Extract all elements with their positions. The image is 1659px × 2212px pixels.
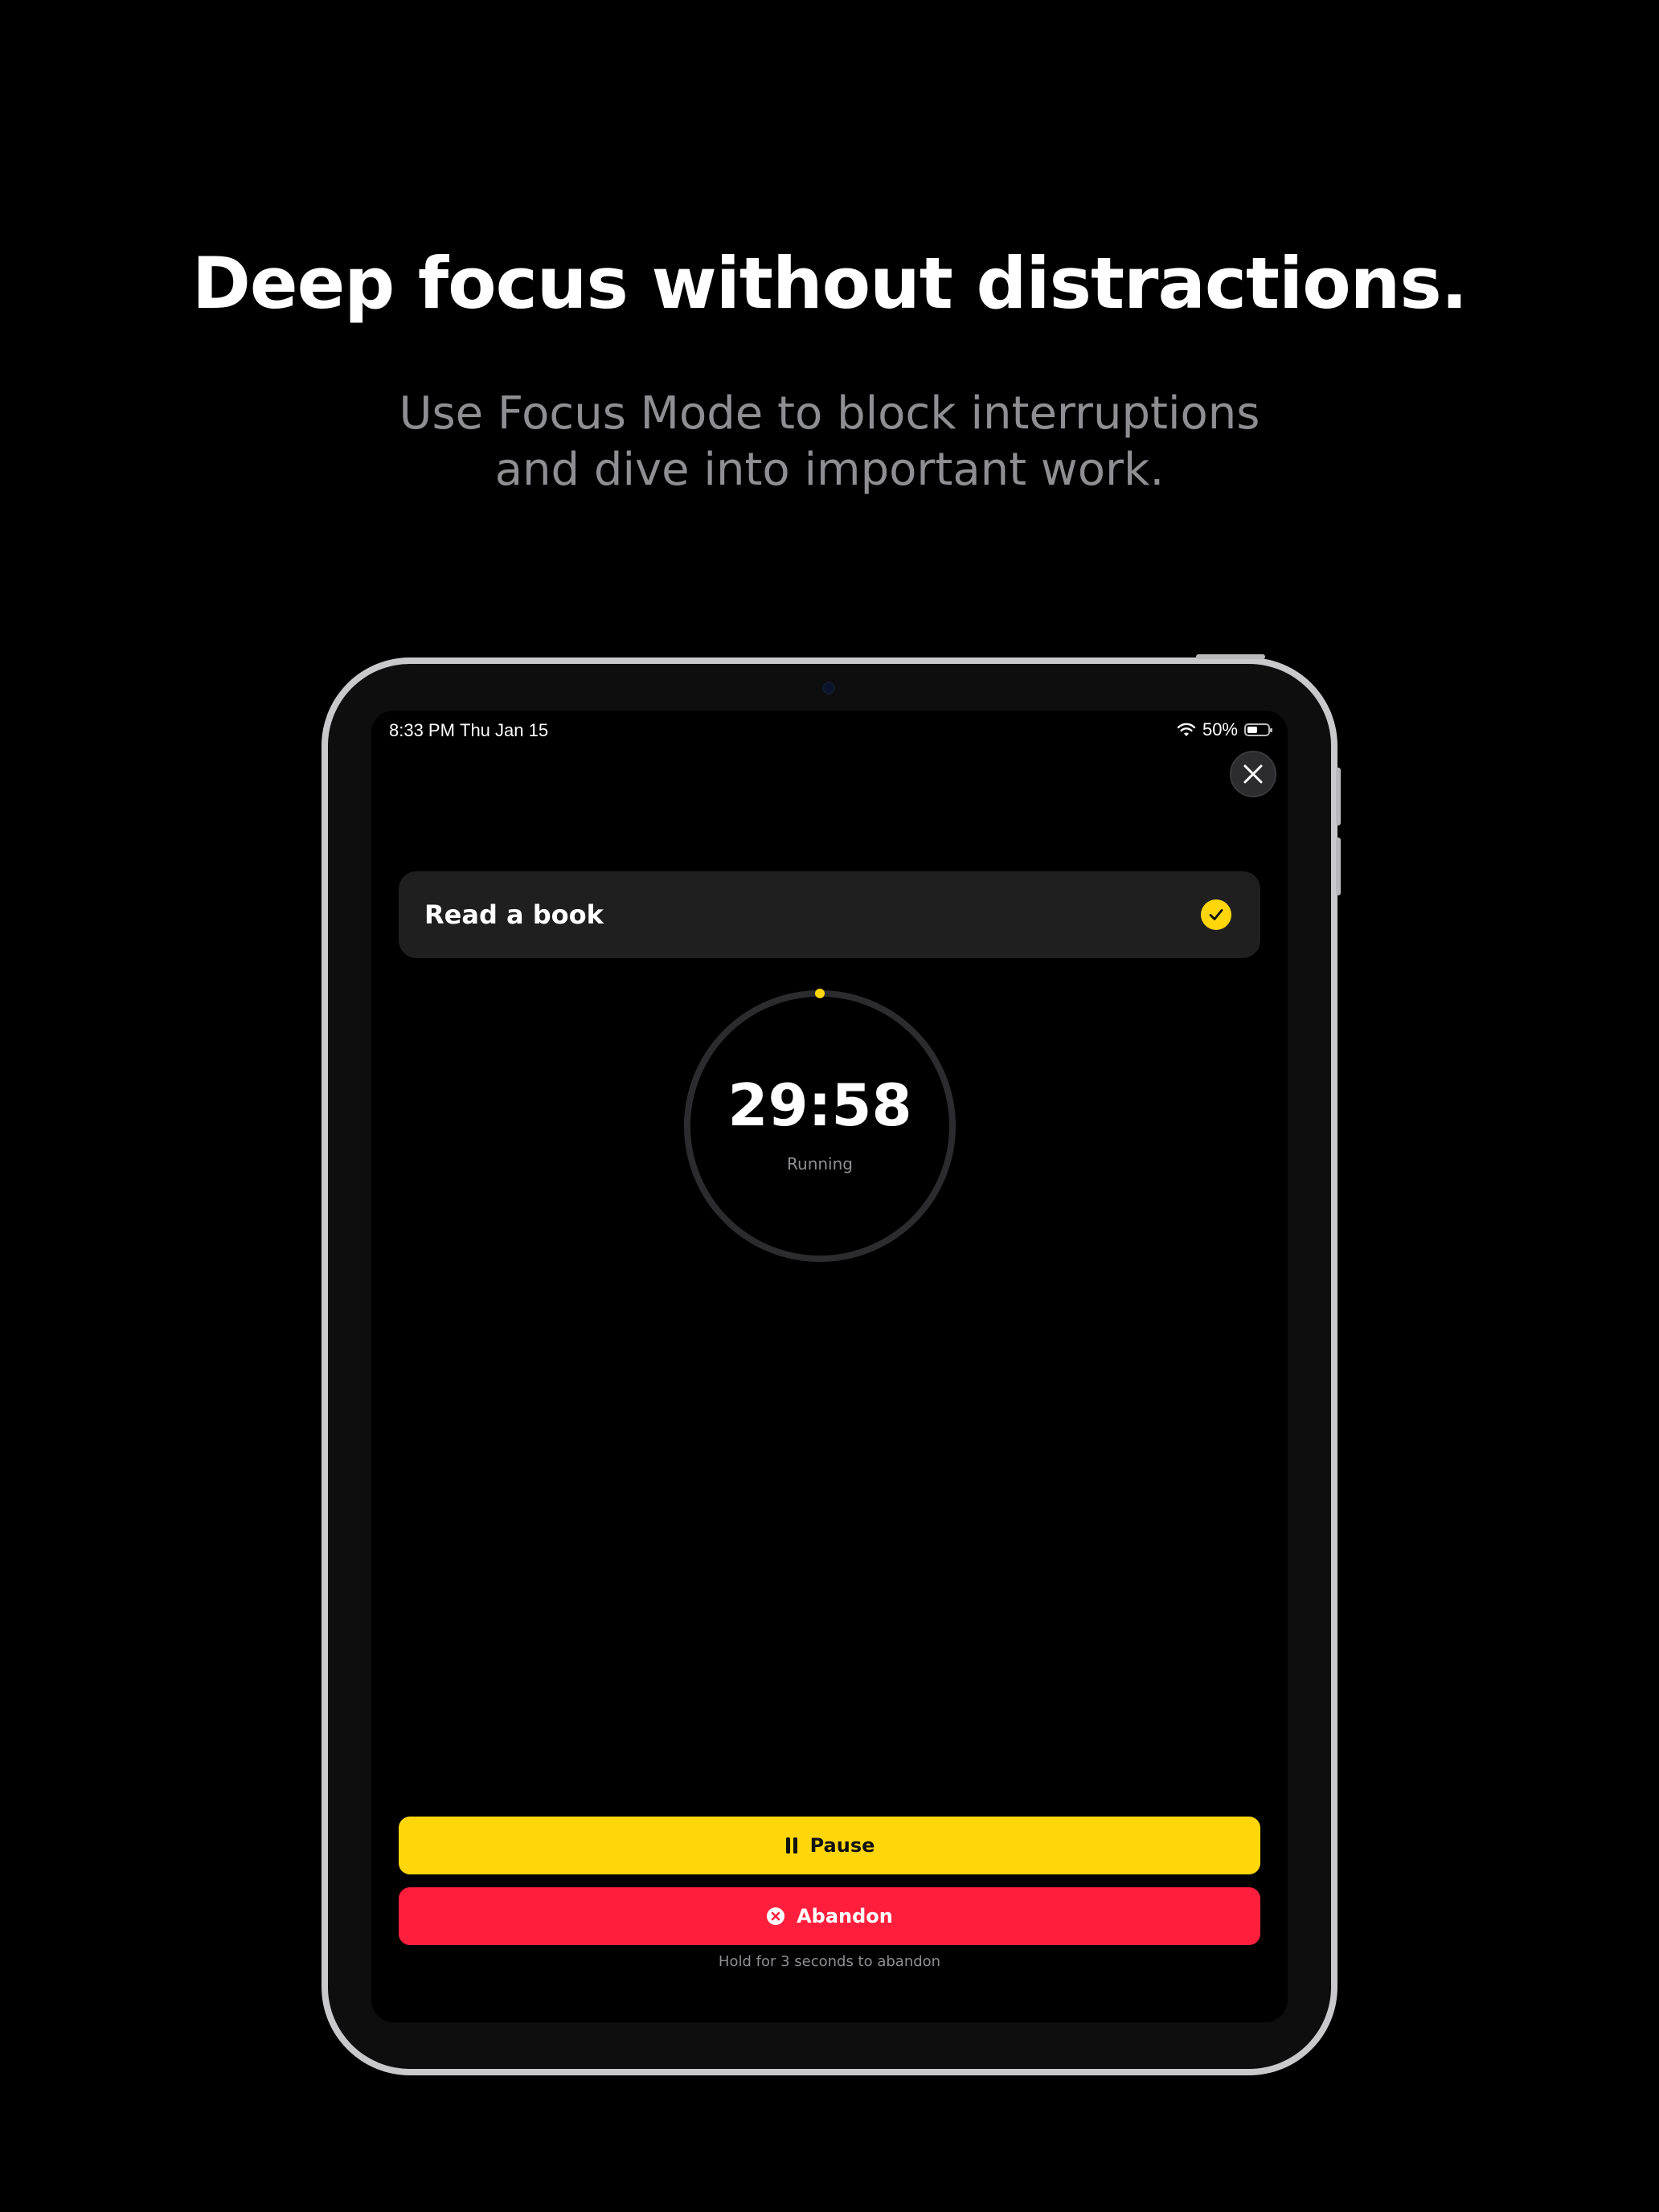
pause-button[interactable]: Pause (399, 1817, 1260, 1874)
battery-icon (1244, 723, 1272, 736)
checkmark-icon (1209, 909, 1223, 920)
subheadline-line-1: Use Focus Mode to block interruptions (399, 387, 1260, 440)
pause-button-label: Pause (809, 1834, 875, 1857)
x-circle-icon (767, 1907, 785, 1925)
task-complete-toggle[interactable] (1201, 899, 1231, 930)
app-screen: 8:33 PM Thu Jan 15 50% Read a book 29:58… (371, 711, 1288, 2022)
task-card: Read a book (399, 871, 1260, 958)
close-button[interactable] (1230, 751, 1276, 797)
abandon-button[interactable]: Abandon (399, 1887, 1260, 1945)
task-title: Read a book (424, 899, 604, 930)
subheadline-line-2: and dive into important work. (494, 444, 1165, 496)
battery-percent: 50% (1202, 719, 1238, 739)
top-button (1196, 654, 1265, 659)
abandon-button-label: Abandon (797, 1905, 893, 1927)
timer-progress-indicator (815, 989, 825, 998)
volume-down-button (1336, 838, 1341, 895)
timer-value: 29:58 (727, 1071, 912, 1139)
timer-status: Running (787, 1154, 853, 1174)
status-indicators: 50% (1177, 719, 1272, 741)
status-time: 8:33 PM (389, 720, 455, 740)
headline: Deep focus without distractions. (191, 242, 1468, 325)
pause-icon (785, 1837, 797, 1854)
subheadline: Use Focus Mode to block interruptions an… (0, 386, 1659, 498)
status-date: Thu Jan 15 (460, 720, 549, 740)
abandon-hint: Hold for 3 seconds to abandon (718, 1953, 941, 1970)
volume-up-button (1336, 768, 1341, 825)
close-icon (1243, 764, 1263, 784)
wifi-icon (1177, 723, 1196, 736)
front-camera (822, 682, 835, 694)
